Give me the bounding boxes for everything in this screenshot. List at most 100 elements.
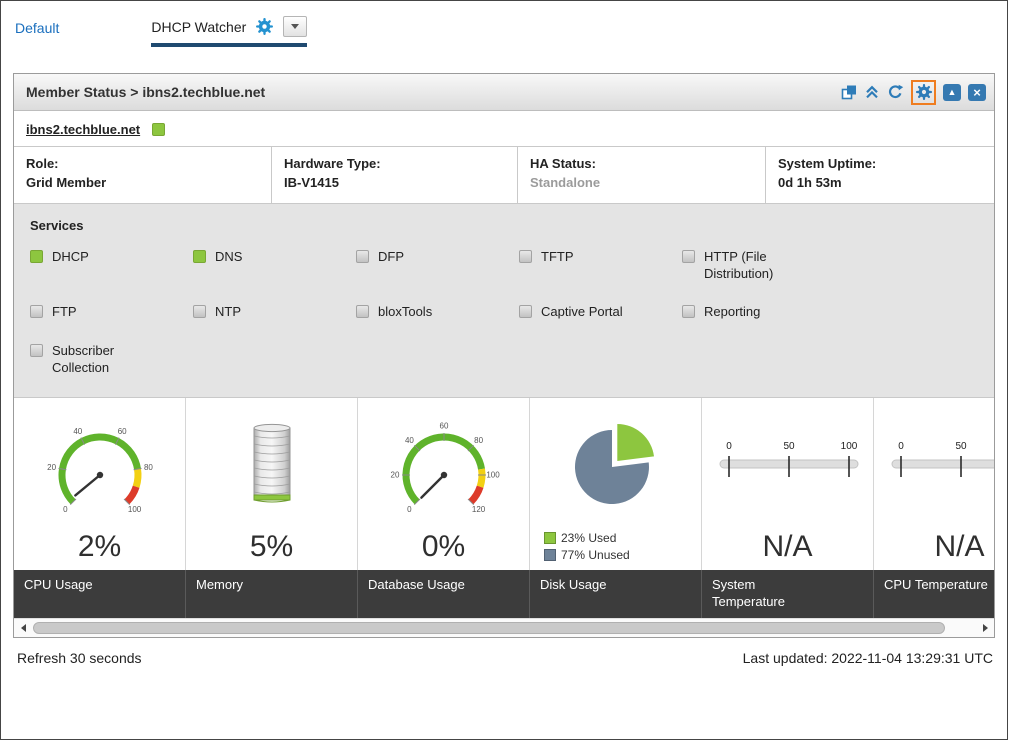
metric-label-text: CPU Usage [24,577,93,594]
svg-text:50: 50 [955,441,967,452]
service-label: bloxTools [378,304,432,321]
svg-text:20: 20 [47,462,56,471]
metric-label-text: Disk Usage [540,577,606,594]
tab-dhcp-watcher-label: DHCP Watcher [151,19,246,35]
services-grid: DHCPDNSDFPTFTPHTTP (File Distribution)FT… [26,249,982,377]
service-label: TFTP [541,249,574,266]
info-label: System Uptime: [778,155,982,174]
tab-menu-button[interactable] [283,16,307,37]
member-link[interactable]: ibns2.techblue.net [26,122,140,137]
system-temperature-scale-gauge: 050100 [702,398,873,528]
service-reporting: Reporting [682,304,902,321]
scrollbar-track[interactable] [31,619,977,637]
service-status-checkbox [519,250,532,263]
metric-disk-usage: 23% Used 77% Unused [530,398,702,570]
status-bar: Refresh 30 seconds Last updated: 2022-11… [1,638,1007,666]
metric-label-text: System Temperature [712,577,817,611]
restore-window-icon[interactable] [841,84,857,100]
tab-gear-icon[interactable] [255,17,274,36]
maximize-icon[interactable]: ▲ [943,84,961,101]
metric-label-cpu-usage: CPU Usage [14,570,186,618]
member-row: ibns2.techblue.net [14,111,994,146]
settings-gear-button[interactable] [911,80,936,105]
right-triangle-icon [983,624,988,632]
refresh-icon[interactable] [887,84,904,100]
svg-text:40: 40 [73,426,82,435]
svg-text:60: 60 [117,426,126,435]
svg-text:100: 100 [486,470,500,479]
info-label: Role: [26,155,259,174]
svg-text:0: 0 [407,505,412,514]
metric-label-disk-usage: Disk Usage [530,570,702,618]
database-usage-gauge: 020406080100120 [358,398,529,528]
widget-toolbar: ▲ × [841,80,986,105]
service-status-checkbox [30,305,43,318]
service-status-checkbox [30,344,43,357]
legend-label: 77% Unused [561,548,630,562]
member-status-widget: Member Status > ibns2.techblue.net [13,73,995,638]
services-title: Services [30,218,982,233]
metric-label-text: Memory [196,577,243,594]
disk-usage-legend: 23% Used 77% Unused [544,528,630,562]
info-cell-role: Role: Grid Member [14,147,272,203]
legend-swatch [544,532,556,544]
service-http-file-distribution: HTTP (File Distribution) [682,249,902,283]
metrics-row: 0204060801002%5%0204060801001200%23% Use… [14,398,994,570]
service-ftp: FTP [30,304,193,321]
svg-text:100: 100 [127,505,141,514]
info-cell-ha-status: HA Status: Standalone [518,147,766,203]
svg-text:120: 120 [471,505,485,514]
svg-text:0: 0 [898,441,904,452]
disk-usage-pie-chart [530,398,701,528]
refresh-interval-text: Refresh 30 seconds [17,650,142,666]
legend-row: 23% Used [544,531,630,545]
service-status-checkbox [682,305,695,318]
cpu-usage-gauge: 020406080100 [14,398,185,528]
svg-text:50: 50 [783,441,795,452]
service-dns: DNS [193,249,356,283]
service-label: Reporting [704,304,760,321]
info-label: Hardware Type: [284,155,505,174]
svg-text:60: 60 [439,421,448,430]
horizontal-scrollbar[interactable] [14,618,994,637]
service-label: NTP [215,304,241,321]
service-label: Captive Portal [541,304,623,321]
legend-swatch [544,549,556,561]
info-cell-hardware-type: Hardware Type: IB-V1415 [272,147,518,203]
services-section: Services DHCPDNSDFPTFTPHTTP (File Distri… [14,204,994,398]
svg-text:20: 20 [390,470,399,479]
close-icon[interactable]: × [968,84,986,101]
collapse-icon[interactable] [864,84,880,100]
metric-system-temperature: 050100N/A [702,398,874,570]
tab-default[interactable]: Default [15,20,59,47]
cpu-temperature-scale-gauge: 050100 [874,398,994,528]
metric-database-usage: 0204060801001200% [358,398,530,570]
tab-dhcp-watcher[interactable]: DHCP Watcher [151,16,307,47]
metric-labels-row: CPU Usage Memory Database Usage Disk Usage S… [14,570,994,618]
metric-label-system-temperature: System Temperature [702,570,874,618]
svg-text:40: 40 [404,436,413,445]
memory-cylinder-gauge [186,398,357,528]
info-cell-system-uptime: System Uptime: 0d 1h 53m [766,147,994,203]
metric-label-text: CPU Temperature [884,577,988,594]
legend-row: 77% Unused [544,548,630,562]
metric-memory: 5% [186,398,358,570]
metric-value: 5% [250,528,293,570]
service-label: FTP [52,304,77,321]
service-status-checkbox [30,250,43,263]
service-dfp: DFP [356,249,519,283]
member-status-indicator [152,123,165,136]
scrollbar-thumb[interactable] [33,622,945,634]
app-window: Default DHCP Watcher Member S [0,0,1008,740]
chevron-down-icon [291,24,299,29]
scroll-right-arrow[interactable] [977,619,993,637]
service-label: DNS [215,249,242,266]
metric-label-text: Database Usage [368,577,465,594]
last-updated-text: Last updated: 2022-11-04 13:29:31 UTC [743,650,993,666]
service-status-checkbox [193,250,206,263]
scroll-left-arrow[interactable] [15,619,31,637]
service-status-checkbox [356,250,369,263]
info-label: HA Status: [530,155,753,174]
widget-title: Member Status > ibns2.techblue.net [26,84,265,100]
metric-value: N/A [762,528,812,570]
